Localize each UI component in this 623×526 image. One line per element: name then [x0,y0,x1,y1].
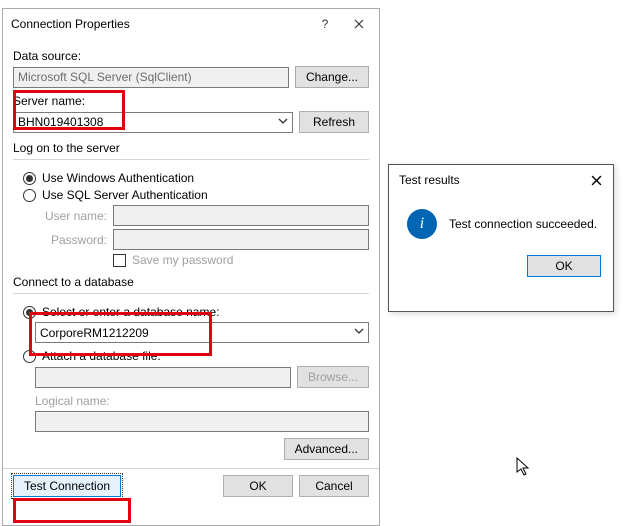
attach-file-field [35,367,291,388]
checkbox-icon [113,254,126,267]
server-name-label: Server name: [13,94,369,108]
cursor-icon [516,457,532,480]
radio-select-db[interactable]: Select or enter a database name: [23,305,369,319]
help-button[interactable]: ? [311,9,339,39]
test-results-window: Test results i Test connection succeeded… [388,164,614,312]
data-source-field: Microsoft SQL Server (SqlClient) [13,67,289,88]
server-name-value: BHN019401308 [18,115,103,129]
refresh-button[interactable]: Refresh [299,111,369,133]
advanced-button[interactable]: Advanced... [284,438,369,460]
radio-windows-auth-label: Use Windows Authentication [42,171,194,185]
radio-attach-db[interactable]: Attach a database file: [23,349,369,363]
username-field [113,205,369,226]
db-group: Select or enter a database name: Corpore… [13,293,369,432]
radio-icon [23,172,36,185]
radio-windows-auth[interactable]: Use Windows Authentication [23,171,369,185]
browse-button: Browse... [297,366,369,388]
cancel-button[interactable]: Cancel [299,475,369,497]
database-name-value: CorporeRM1212209 [40,326,149,340]
popup-message: Test connection succeeded. [449,217,597,231]
popup-titlebar: Test results [389,165,613,195]
radio-select-db-label: Select or enter a database name: [42,305,219,319]
save-password-label: Save my password [132,253,233,267]
info-icon: i [407,209,437,239]
radio-sql-auth[interactable]: Use SQL Server Authentication [23,188,369,202]
test-connection-button[interactable]: Test Connection [13,475,121,497]
db-group-label: Connect to a database [13,275,369,289]
logical-name-label: Logical name: [35,394,369,408]
popup-close-button[interactable] [579,166,613,194]
radio-icon [23,350,36,363]
change-button[interactable]: Change... [295,66,369,88]
database-name-combo[interactable]: CorporeRM1212209 [35,322,369,343]
radio-sql-auth-label: Use SQL Server Authentication [42,188,208,202]
server-name-combo[interactable]: BHN019401308 [13,112,293,133]
password-field [113,229,369,250]
connection-properties-window: Connection Properties ? Data source: Mic… [2,8,380,526]
logical-name-field [35,411,369,432]
popup-ok-button[interactable]: OK [527,255,601,277]
logon-group: Use Windows Authentication Use SQL Serve… [13,159,369,267]
data-source-label: Data source: [13,49,369,63]
radio-icon [23,306,36,319]
popup-title: Test results [399,173,579,187]
close-button[interactable] [339,9,379,39]
window-title: Connection Properties [11,17,311,31]
titlebar: Connection Properties ? [3,9,379,39]
radio-attach-db-label: Attach a database file: [42,349,161,363]
username-label: User name: [35,209,107,223]
chevron-down-icon [354,326,364,336]
radio-icon [23,189,36,202]
logon-group-label: Log on to the server [13,141,369,155]
ok-button[interactable]: OK [223,475,293,497]
password-label: Password: [35,233,107,247]
chevron-down-icon [278,116,288,126]
